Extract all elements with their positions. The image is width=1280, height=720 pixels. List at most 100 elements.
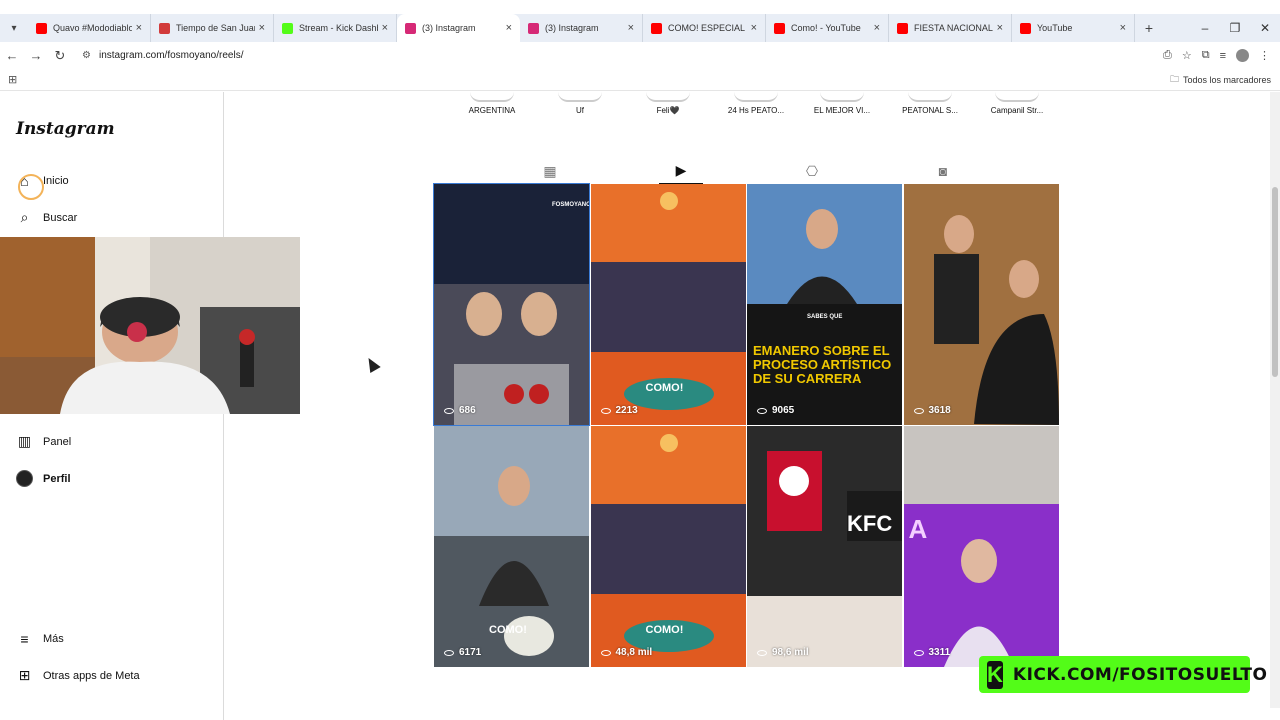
site-info-icon[interactable]: ⚙ (82, 50, 91, 61)
highlight-label: 24 Hs PEATO... (727, 106, 785, 115)
close-window-icon[interactable]: ✕ (1250, 21, 1280, 35)
address-bar: ← → ↻ ⚙ instagram.com/fosmoyano/reels/ ⎙… (0, 42, 1280, 69)
reel-tile[interactable]: COMO! 48,8 mil (590, 426, 746, 667)
highlight-item[interactable]: Campanil Str... (974, 92, 1060, 115)
reel-thumbnail (747, 426, 902, 667)
views-icon (913, 649, 924, 656)
tab-reels[interactable]: ▶ (659, 158, 703, 184)
tab-close-icon[interactable]: × (1120, 22, 1126, 34)
apps-grid-icon[interactable]: ⊞ (8, 73, 17, 86)
reel-tile[interactable]: 3618 (903, 184, 1059, 425)
tab-close-icon[interactable]: × (506, 22, 512, 34)
instagram-logo[interactable]: Instagram (16, 119, 115, 139)
tab-favicon-icon (405, 22, 416, 34)
browser-tab[interactable]: COMO! ESPECIAL FIE × (643, 14, 766, 42)
reels-icon: ▶ (675, 162, 687, 178)
highlight-item[interactable]: PEATONAL S... (887, 92, 973, 115)
search-icon: ⌕ (20, 209, 29, 225)
tab-tagged[interactable]: ◙ (921, 158, 965, 184)
tab-label: YouTube (1037, 23, 1073, 33)
url-field[interactable]: ⚙ instagram.com/fosmoyano/reels/ (76, 45, 1116, 67)
all-bookmarks-label: Todos los marcadores (1182, 74, 1271, 85)
reel-tile[interactable]: FOSMOYANO 686 (433, 183, 590, 426)
tab-label: Quavo #Mododiablo (53, 23, 132, 33)
tab-close-icon[interactable]: × (751, 22, 757, 34)
page-scrollbar[interactable] (1270, 92, 1280, 708)
nav-item-label: Panel (43, 435, 72, 448)
views-icon (444, 649, 454, 656)
browser-tab[interactable]: Como! - YouTube × (766, 14, 889, 42)
media-control-icon[interactable]: ≡ (1220, 50, 1226, 62)
nav-item-profile[interactable]: Perfil (16, 470, 71, 487)
views-icon (913, 407, 924, 414)
reel-overlay-text: COMO! (645, 624, 684, 636)
highlight-label: Campanil Str... (990, 106, 1044, 115)
url-text: instagram.com/fosmoyano/reels/ (98, 50, 244, 61)
browser-profile-avatar[interactable] (1236, 49, 1249, 62)
highlight-label: Uf (576, 106, 584, 115)
browser-tab[interactable]: YouTube × (1012, 14, 1135, 42)
tab-search-icon[interactable]: ▾ (0, 14, 28, 42)
tab-close-icon[interactable]: × (628, 22, 634, 34)
back-icon[interactable]: ← (0, 48, 24, 63)
reel-tile[interactable]: COMO! 6171 (434, 426, 589, 667)
nav-item-label: Buscar (43, 211, 78, 224)
menu-icon: ≡ (20, 630, 29, 647)
scrollbar-thumb[interactable] (1272, 187, 1278, 377)
tab-close-icon[interactable]: × (997, 22, 1003, 34)
tab-label: FIESTA NACIONAL DI (914, 23, 993, 33)
reload-icon[interactable]: ↻ (48, 48, 72, 64)
view-count-value: 3618 (928, 405, 951, 416)
forward-icon[interactable]: → (24, 48, 48, 63)
highlight-item[interactable]: 24 Hs PEATO... (713, 92, 799, 115)
reel-view-count: 48,8 mil (600, 647, 652, 658)
chart-icon: ▥ (17, 433, 32, 449)
bookmark-star-icon[interactable]: ☆ (1182, 49, 1192, 62)
install-app-icon[interactable]: ⎙ (1163, 49, 1172, 62)
kick-logo-icon: K (987, 660, 1003, 689)
tab-close-icon[interactable]: × (259, 22, 265, 34)
reel-tile[interactable]: KFC 98,6 mil (747, 426, 902, 667)
nav-item-search[interactable]: ⌕ Buscar (16, 209, 78, 226)
kick-url-text: KICK.COM/FOSITOSUELTO (1012, 664, 1268, 685)
reel-tile[interactable]: COMO! 2213 (590, 184, 746, 425)
reel-tile[interactable]: A 3311 (903, 426, 1059, 667)
tab-label: Tiempo de San Juan (176, 23, 255, 33)
extensions-icon[interactable]: ⧉ (1202, 49, 1210, 62)
browser-menu-icon[interactable]: ⋮ (1259, 49, 1270, 62)
view-count-value: 3311 (928, 647, 951, 658)
folder-icon: 🗀 (1169, 73, 1179, 84)
browser-tab[interactable]: (3) Instagram × (397, 14, 520, 42)
restore-icon[interactable]: ❐ (1220, 21, 1250, 35)
tab-posts[interactable]: ▦ (528, 158, 572, 184)
highlight-item[interactable]: Uf (537, 92, 623, 115)
browser-tab[interactable]: Tiempo de San Juan × (151, 14, 274, 42)
nav-item-more[interactable]: ≡ Más (16, 630, 63, 647)
webcam-overlay (0, 237, 300, 414)
tab-close-icon[interactable]: × (382, 22, 388, 34)
views-icon (757, 407, 767, 414)
views-icon (600, 407, 611, 414)
reel-view-count: 9065 (757, 405, 794, 416)
browser-tab[interactable]: FIESTA NACIONAL DI × (889, 14, 1012, 42)
nav-item-panel[interactable]: ▥ Panel (16, 433, 71, 450)
kick-banner: K KICK.COM/FOSITOSUELTO (979, 656, 1267, 693)
browser-tab[interactable]: (3) Instagram × (520, 14, 643, 42)
tab-saved[interactable]: ⎔ (790, 158, 834, 184)
all-bookmarks-button[interactable]: 🗀 Todos los marcadores (1170, 72, 1271, 88)
new-tab-button[interactable]: + (1135, 20, 1163, 36)
highlight-item[interactable]: EL MEJOR VI... (799, 92, 885, 115)
highlight-item[interactable]: Feli🖤 (625, 92, 711, 115)
reel-tile[interactable]: SABES QUE EMANERO SOBRE EL PROCESO ARTÍST… (747, 184, 902, 425)
minimize-icon[interactable]: – (1190, 21, 1220, 35)
tab-close-icon[interactable]: × (874, 22, 880, 34)
meta-apps-icon: ⊞ (18, 667, 31, 683)
reel-view-count: 6171 (444, 647, 481, 658)
reel-view-count: 686 (444, 405, 476, 416)
tab-close-icon[interactable]: × (136, 22, 142, 34)
browser-tab[interactable]: Stream - Kick Dashbo × (274, 14, 397, 42)
browser-tab[interactable]: Quavo #Mododiablo × (28, 14, 151, 42)
highlight-item[interactable]: ARGENTINA (449, 92, 535, 115)
reel-view-count: 3311 (913, 647, 951, 658)
nav-item-meta-apps[interactable]: ⊞ Otras apps de Meta (16, 667, 140, 684)
